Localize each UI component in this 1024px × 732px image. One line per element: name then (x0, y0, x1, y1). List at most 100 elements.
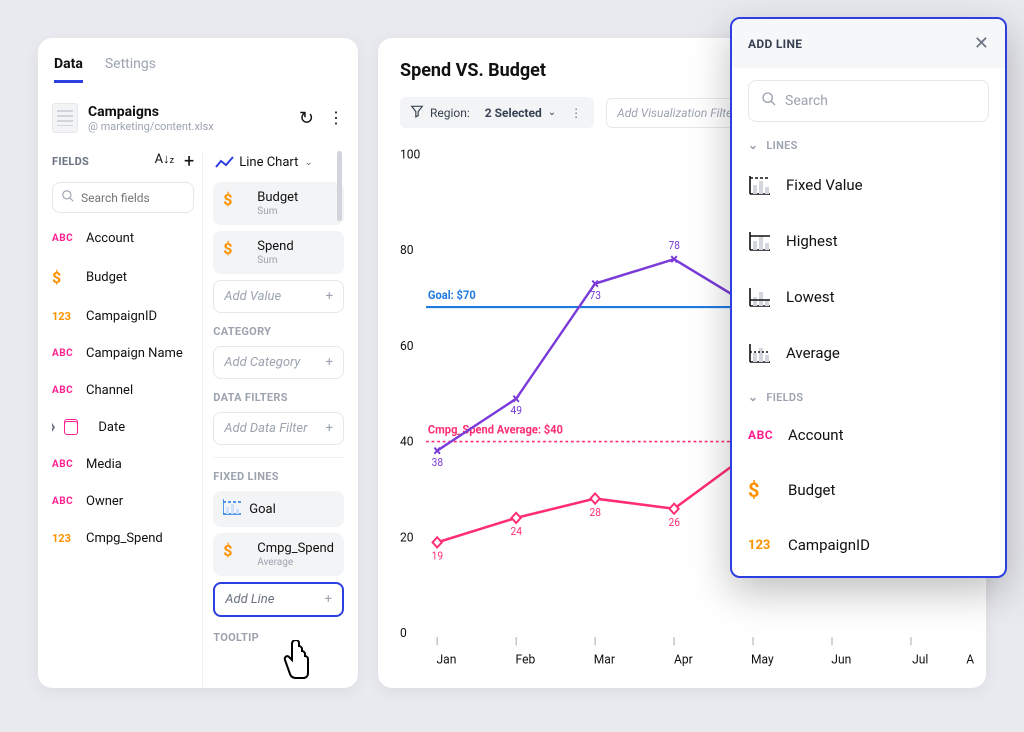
number-type-icon: 123 (748, 538, 774, 553)
field-campaign-id[interactable]: 123CampaignID (52, 301, 194, 332)
number-type-icon: 123 (52, 310, 78, 323)
popover-item-lowest[interactable]: Lowest (748, 274, 989, 320)
plus-icon: + (326, 289, 333, 304)
svg-text:49: 49 (511, 404, 522, 418)
plus-icon: + (325, 592, 332, 607)
search-fields-input[interactable] (52, 182, 194, 213)
data-filters-section-label: DATA FILTERS (213, 391, 344, 404)
series-spend-labels: 19 24 28 26 (432, 505, 680, 562)
config-scrollbar[interactable] (337, 151, 342, 221)
text-type-icon: ABC (748, 428, 774, 442)
svg-text:78: 78 (668, 239, 679, 253)
chevron-right-icon[interactable]: ❯ (52, 422, 56, 433)
chevron-down-icon: ⌄ (304, 157, 312, 168)
svg-text:28: 28 (590, 505, 601, 519)
average-line-label: Cmpg_Spend Average: $40 (428, 422, 563, 437)
refresh-icon[interactable]: ↻ (299, 108, 314, 129)
filter-chip-more-icon[interactable]: ⋮ (562, 106, 584, 120)
popover-item-fixed-value[interactable]: Fixed Value (748, 162, 989, 208)
plus-icon: + (326, 421, 333, 436)
category-section-label: CATEGORY (213, 325, 344, 338)
popover-field-campaign-id[interactable]: 123 CampaignID (748, 524, 989, 566)
measure-spend[interactable]: $ SpendSum (213, 231, 344, 274)
currency-type-icon: $ (223, 190, 249, 209)
date-type-icon (64, 421, 90, 435)
field-channel[interactable]: ABCChannel (52, 375, 194, 406)
svg-text:Feb: Feb (516, 652, 536, 668)
popover-group-lines: LINES (766, 139, 797, 152)
currency-type-icon: $ (223, 239, 249, 258)
y-tick-label: 60 (400, 338, 414, 354)
field-budget[interactable]: $Budget (52, 260, 194, 295)
y-tick-label: 80 (400, 243, 414, 259)
left-panel: Data Settings Campaigns @ marketing/cont… (38, 38, 358, 688)
x-tick-labels: Jan Feb Mar Apr May Jun Jul A (437, 652, 975, 668)
currency-type-icon: $ (223, 541, 249, 560)
popover-field-budget[interactable]: $ Budget (748, 466, 989, 514)
svg-text:26: 26 (668, 516, 679, 530)
measure-budget[interactable]: $ BudgetSum (213, 182, 344, 225)
svg-text:Apr: Apr (674, 652, 693, 668)
chevron-down-icon[interactable]: ⌄ (748, 390, 758, 404)
text-type-icon: ABC (52, 385, 78, 396)
text-type-icon: ABC (52, 233, 78, 244)
fixed-line-goal[interactable]: Goal (213, 491, 344, 527)
datasource-path: @ marketing/content.xlsx (88, 120, 289, 133)
tab-data[interactable]: Data (54, 56, 83, 83)
tooltip-section-label: TOOLTIP (213, 631, 344, 644)
svg-text:Mar: Mar (594, 652, 616, 668)
popover-item-highest[interactable]: Highest (748, 218, 989, 264)
svg-text:19: 19 (432, 549, 443, 563)
datasource-row: Campaigns @ marketing/content.xlsx ↻ ⋮ (52, 103, 344, 133)
popover-item-average[interactable]: Average (748, 330, 989, 376)
y-tick-label: 20 (400, 530, 414, 546)
svg-text:24: 24 (511, 525, 522, 539)
filter-chip-region[interactable]: Region: 2 Selected ⌄ ⋮ (400, 97, 594, 128)
series-spend-markers (433, 446, 758, 548)
line-chart-icon (215, 156, 233, 170)
field-account[interactable]: ABCAccount (52, 223, 194, 254)
popover-group-fields: FIELDS (766, 391, 803, 404)
add-value-button[interactable]: Add Value+ (213, 280, 344, 313)
chevron-down-icon[interactable]: ⌄ (748, 138, 758, 152)
text-type-icon: ABC (52, 348, 78, 359)
add-field-icon[interactable]: + (184, 151, 194, 172)
popover-title: ADD LINE (748, 37, 802, 51)
field-media[interactable]: ABCMedia (52, 449, 194, 480)
svg-text:Jul: Jul (912, 652, 928, 668)
y-tick-label: 100 (400, 147, 420, 163)
close-icon[interactable]: ✕ (974, 33, 989, 54)
search-icon (61, 189, 75, 206)
popover-search-input[interactable]: Search (748, 80, 989, 122)
fields-list: ABCAccount $Budget 123CampaignID ABCCamp… (52, 223, 194, 554)
text-type-icon: ABC (52, 459, 78, 470)
add-category-button[interactable]: Add Category+ (213, 346, 344, 379)
field-cmpg-spend[interactable]: 123Cmpg_Spend (52, 523, 194, 554)
fixed-line-average[interactable]: $ Cmpg_SpendAverage (213, 533, 344, 576)
field-date[interactable]: ❯Date (52, 412, 194, 443)
number-type-icon: 123 (52, 532, 78, 545)
fixed-lines-section-label: FIXED LINES (213, 470, 344, 483)
svg-text:May: May (751, 652, 774, 668)
field-campaign-name[interactable]: ABCCampaign Name (52, 338, 194, 369)
currency-type-icon: $ (748, 478, 774, 502)
field-owner[interactable]: ABCOwner (52, 486, 194, 517)
popover-field-account[interactable]: ABC Account (748, 414, 989, 456)
svg-text:A: A (966, 652, 975, 668)
add-line-popover: ADD LINE ✕ Search ⌄ LINES Fixed Value Hig… (730, 17, 1007, 578)
tab-settings[interactable]: Settings (105, 56, 156, 83)
sort-icon[interactable]: A↓z (155, 151, 174, 172)
plus-icon: + (326, 355, 333, 370)
currency-type-icon: $ (52, 268, 78, 287)
x-tick-marks (437, 637, 911, 645)
add-line-button[interactable]: Add Line+ (213, 582, 344, 617)
search-icon (761, 91, 777, 111)
fields-label: FIELDS (52, 155, 89, 168)
fixed-value-icon (223, 499, 241, 519)
y-tick-label: 40 (400, 434, 414, 450)
add-data-filter-button[interactable]: Add Data Filter+ (213, 412, 344, 445)
funnel-icon (410, 104, 424, 121)
y-tick-label: 0 (400, 626, 407, 642)
more-icon[interactable]: ⋮ (328, 108, 344, 129)
chart-type-picker[interactable]: Line Chart ⌄ (213, 151, 344, 182)
